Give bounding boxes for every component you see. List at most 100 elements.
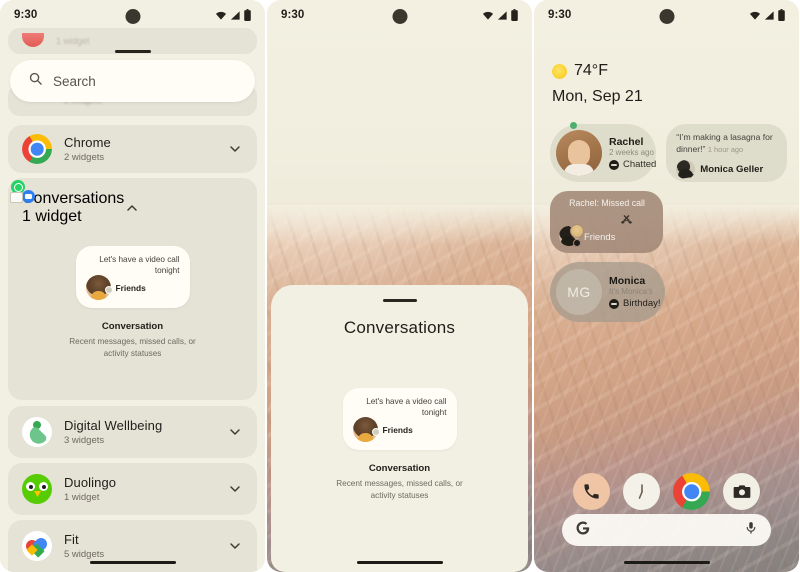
conversation-widget-card[interactable]: Let's have a video call tonight Friends [342, 388, 457, 450]
temperature: 74°F [574, 62, 608, 79]
contact-name: Monica [609, 274, 646, 287]
widget-contact: Friends [382, 424, 413, 435]
conversation-bubble-monica-quote[interactable]: “I’m making a lasagna for dinner!” 1 hou… [570, 122, 787, 182]
widget-message: Let's have a video call tonight [366, 397, 447, 417]
avatar [556, 130, 602, 176]
battery-icon [778, 9, 785, 21]
status-bar-icons [215, 9, 251, 21]
sheet-widget-preview: Let's have a video call tonight Friends … [271, 388, 528, 502]
presence-badge-icon [689, 173, 696, 180]
wifi-icon [215, 10, 227, 21]
widget-message: Let's have a video call tonight [99, 255, 180, 275]
message-badge-icon [609, 298, 619, 309]
birthday-line-2: Birthday! [623, 298, 661, 310]
group-label: Friends [584, 230, 616, 242]
app-name: Conversations [22, 190, 125, 207]
partial-app-icon [22, 33, 44, 47]
picker-grab-handle[interactable] [114, 50, 151, 53]
widget-description: Recent messages, missed calls, or activi… [69, 337, 196, 358]
search-input[interactable]: Search [53, 74, 96, 89]
sheet-title: Conversations [343, 318, 456, 337]
search-icon [28, 71, 43, 91]
google-search-bar[interactable] [562, 514, 771, 546]
app-row-conversations-expanded[interactable]: Conversations 1 widget Let's have a vide… [8, 178, 257, 400]
conversation-bubble-rachel[interactable]: Rachel 2 weeks ago Chatted [550, 124, 657, 182]
sun-icon [552, 63, 567, 79]
chevron-down-icon[interactable] [227, 424, 243, 440]
signal-icon [764, 10, 775, 21]
screenshot-stage: 1 widget 2 widgets Search [0, 0, 800, 572]
status-bar-clock: 9:30 [281, 9, 305, 21]
message-badge-icon [573, 239, 581, 247]
avatar-secondary [570, 224, 584, 238]
missed-call-icon [618, 213, 635, 235]
camera-icon[interactable] [723, 473, 760, 510]
status-badge [371, 428, 380, 436]
status-text: Chatted [623, 159, 657, 171]
fit-icon [22, 531, 52, 561]
widget-description: Recent messages, missed calls, or activi… [336, 479, 463, 500]
app-name: Digital Wellbeing [64, 417, 163, 433]
conversation-bubble-missed-call[interactable]: Rachel: Missed call Friends [550, 191, 663, 253]
chevron-up-icon[interactable] [124, 200, 140, 216]
date-label[interactable]: Mon, Sep 21 [552, 88, 643, 106]
front-camera-dot [125, 9, 140, 24]
app-widget-count: 5 widgets [64, 549, 105, 561]
widget-preview-conversation[interactable]: Let's have a video call tonight Friends … [8, 232, 257, 372]
chrome-icon[interactable] [673, 473, 710, 510]
phone-icon[interactable] [573, 473, 610, 510]
app-row-chrome[interactable]: Chrome 2 widgets [8, 125, 257, 173]
status-bar: 9:30 [0, 0, 265, 30]
weather-widget[interactable]: 74°F [552, 62, 608, 80]
widget-contact: Friends [115, 282, 146, 293]
avatar [676, 160, 696, 180]
app-widget-count: 2 widgets [64, 152, 105, 164]
app-name: Duolingo [64, 474, 117, 490]
missed-call-title: Rachel: Missed call [569, 198, 645, 208]
wifi-icon [749, 10, 761, 21]
navigation-pill[interactable] [89, 561, 176, 564]
microphone-icon[interactable] [744, 520, 758, 541]
timestamp: 1 hour ago [707, 144, 744, 154]
conversation-bubble-birthday[interactable]: MG Monica It’s Monica’s Birthday! [550, 262, 665, 322]
contact-name: Rachel [609, 135, 644, 148]
app-row-conversations-header[interactable]: Conversations 1 widget [8, 178, 257, 232]
birthday-line-1: It’s Monica’s [609, 287, 653, 297]
app-name: Chrome [64, 134, 111, 150]
front-camera-dot [392, 9, 407, 24]
chevron-down-icon[interactable] [227, 141, 243, 157]
quote-text: “I’m making a lasagna for dinner!” 1 hou… [676, 132, 778, 155]
status-bar-clock: 9:30 [548, 9, 572, 21]
avatar-initials: MG [556, 269, 602, 315]
search-bar[interactable]: Search [10, 60, 255, 102]
widget-title: Conversation [101, 321, 164, 332]
timestamp: 2 weeks ago [609, 148, 654, 158]
widget-title: Conversation [368, 463, 431, 474]
signal-icon [230, 10, 241, 21]
duolingo-icon [22, 474, 52, 504]
app-name: Fit [64, 531, 79, 547]
widget-search[interactable]: Search [10, 60, 255, 102]
app-widget-count: 1 widget [22, 208, 82, 225]
widget-picker-surface: 1 widget 2 widgets Search [0, 0, 265, 572]
app-row-fit[interactable]: Fit 5 widgets [8, 520, 257, 572]
message-badge-icon [609, 159, 619, 170]
app-row-duolingo[interactable]: Duolingo 1 widget [8, 463, 257, 515]
phone-panel-home-screen: 74°F Mon, Sep 21 Rachel 2 weeks ago Chat… [534, 0, 799, 572]
phone-panel-widget-picker: 1 widget 2 widgets Search [0, 0, 265, 572]
conversation-widget-card[interactable]: Let's have a video call tonight Friends [75, 246, 190, 308]
partial-app-sub: 1 widget [56, 36, 90, 46]
battery-icon [244, 9, 251, 21]
online-dot [570, 122, 577, 129]
app-row-digital-wellbeing[interactable]: Digital Wellbeing 3 widgets [8, 406, 257, 458]
chevron-down-icon[interactable] [227, 481, 243, 497]
home-screen: 74°F Mon, Sep 21 Rachel 2 weeks ago Chat… [534, 0, 799, 572]
chevron-down-icon[interactable] [227, 538, 243, 554]
clock-icon[interactable] [623, 473, 660, 510]
sheet-drag-handle[interactable] [382, 299, 417, 302]
navigation-pill[interactable] [623, 561, 710, 564]
navigation-pill[interactable] [356, 561, 443, 564]
app-widget-count: 1 widget [64, 492, 100, 504]
contact-name: Monica Geller [700, 164, 764, 176]
status-badge [104, 286, 113, 294]
